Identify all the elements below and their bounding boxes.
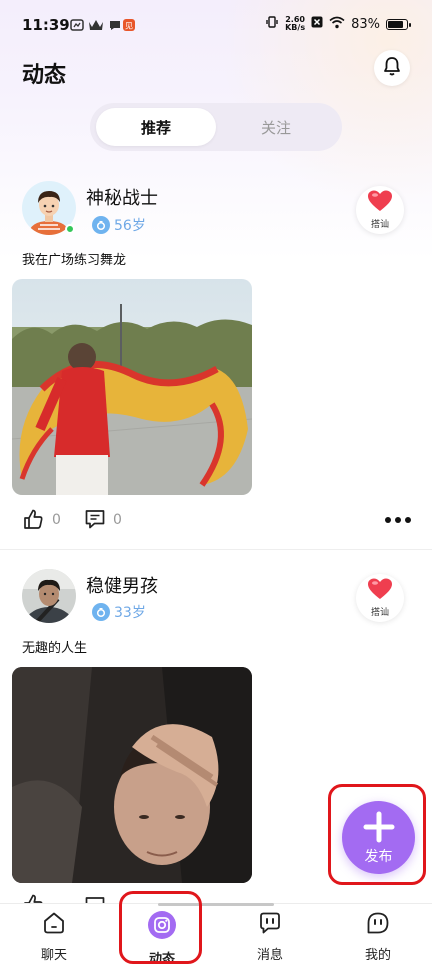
vibrate-icon [265, 15, 279, 33]
age-text: 33岁 [114, 605, 146, 621]
nav-highlight-box [119, 891, 202, 964]
post-username[interactable]: 稳健男孩 [86, 572, 158, 598]
gender-icon [92, 603, 110, 621]
like-count: 0 [52, 512, 61, 528]
bell-icon [381, 55, 403, 81]
profile-face-icon [365, 910, 391, 940]
wifi-icon [329, 16, 345, 33]
like-button[interactable] [22, 508, 44, 534]
status-bar: 11:39 见 2.60 KB/s 83% [0, 0, 432, 50]
more-dots-icon [384, 512, 412, 531]
age-badge: 56岁 [92, 215, 146, 235]
nav-item-chat[interactable]: 聊天 [24, 910, 84, 963]
nav-label-messages: 消息 [256, 948, 283, 963]
notification-icon [70, 17, 84, 31]
svg-text:见: 见 [125, 22, 133, 31]
post-divider [0, 549, 432, 550]
greet-label: 搭讪 [370, 220, 389, 230]
greet-button[interactable]: 搭讪 [356, 186, 404, 234]
post-image[interactable] [12, 279, 252, 495]
publish-fab-button[interactable]: 发布 [342, 801, 415, 874]
post-image[interactable] [12, 667, 252, 883]
bottom-nav: 聊天 动态 消息 我的 [0, 903, 432, 964]
greet-button[interactable]: 搭讪 [356, 574, 404, 622]
net-speed-unit: KB/s [285, 23, 306, 32]
greet-label: 搭讪 [370, 608, 389, 618]
plus-icon [362, 810, 396, 848]
page-title: 动态 [22, 63, 67, 88]
nav-item-messages[interactable]: 消息 [240, 910, 300, 963]
age-text: 56岁 [114, 218, 146, 234]
feed-tab-switch: 推荐 关注 [90, 103, 342, 151]
heart-icon [367, 190, 393, 216]
comment-button[interactable] [84, 895, 106, 903]
comment-count: 0 [113, 512, 122, 528]
heart-icon [367, 578, 393, 604]
post-username[interactable]: 神秘战士 [86, 184, 158, 210]
status-time: 11:39 [22, 16, 70, 34]
sim-disabled-icon [311, 16, 323, 32]
more-options-button[interactable] [384, 512, 412, 531]
gender-icon [92, 216, 110, 234]
like-button[interactable] [22, 893, 44, 903]
crown-icon [88, 17, 103, 31]
publish-label: 发布 [364, 848, 393, 865]
post-text: 我在广场练习舞龙 [22, 253, 127, 268]
net-speed: 2.60 KB/s [285, 16, 305, 32]
nav-label-chat: 聊天 [40, 948, 67, 963]
comment-icon [84, 510, 106, 534]
age-badge: 33岁 [92, 602, 146, 622]
avatar[interactable] [22, 569, 76, 623]
comment-button[interactable] [84, 508, 106, 534]
message-icon [257, 910, 283, 940]
status-right: 2.60 KB/s 83% [265, 15, 411, 33]
post-text: 无趣的人生 [22, 641, 88, 656]
tab-following[interactable]: 关注 [216, 108, 336, 146]
battery-icon [386, 18, 411, 30]
online-status-dot [65, 224, 75, 234]
thumbs-up-icon [22, 509, 44, 534]
message-app-icon [108, 17, 122, 31]
nav-label-profile: 我的 [364, 948, 391, 963]
battery-percent: 83% [351, 16, 380, 32]
chat-home-icon [41, 910, 67, 940]
notification-bell-button[interactable] [374, 50, 410, 86]
nav-item-profile[interactable]: 我的 [348, 910, 408, 963]
app-badge-icon: 见 [122, 17, 136, 31]
tab-recommended[interactable]: 推荐 [96, 108, 216, 146]
